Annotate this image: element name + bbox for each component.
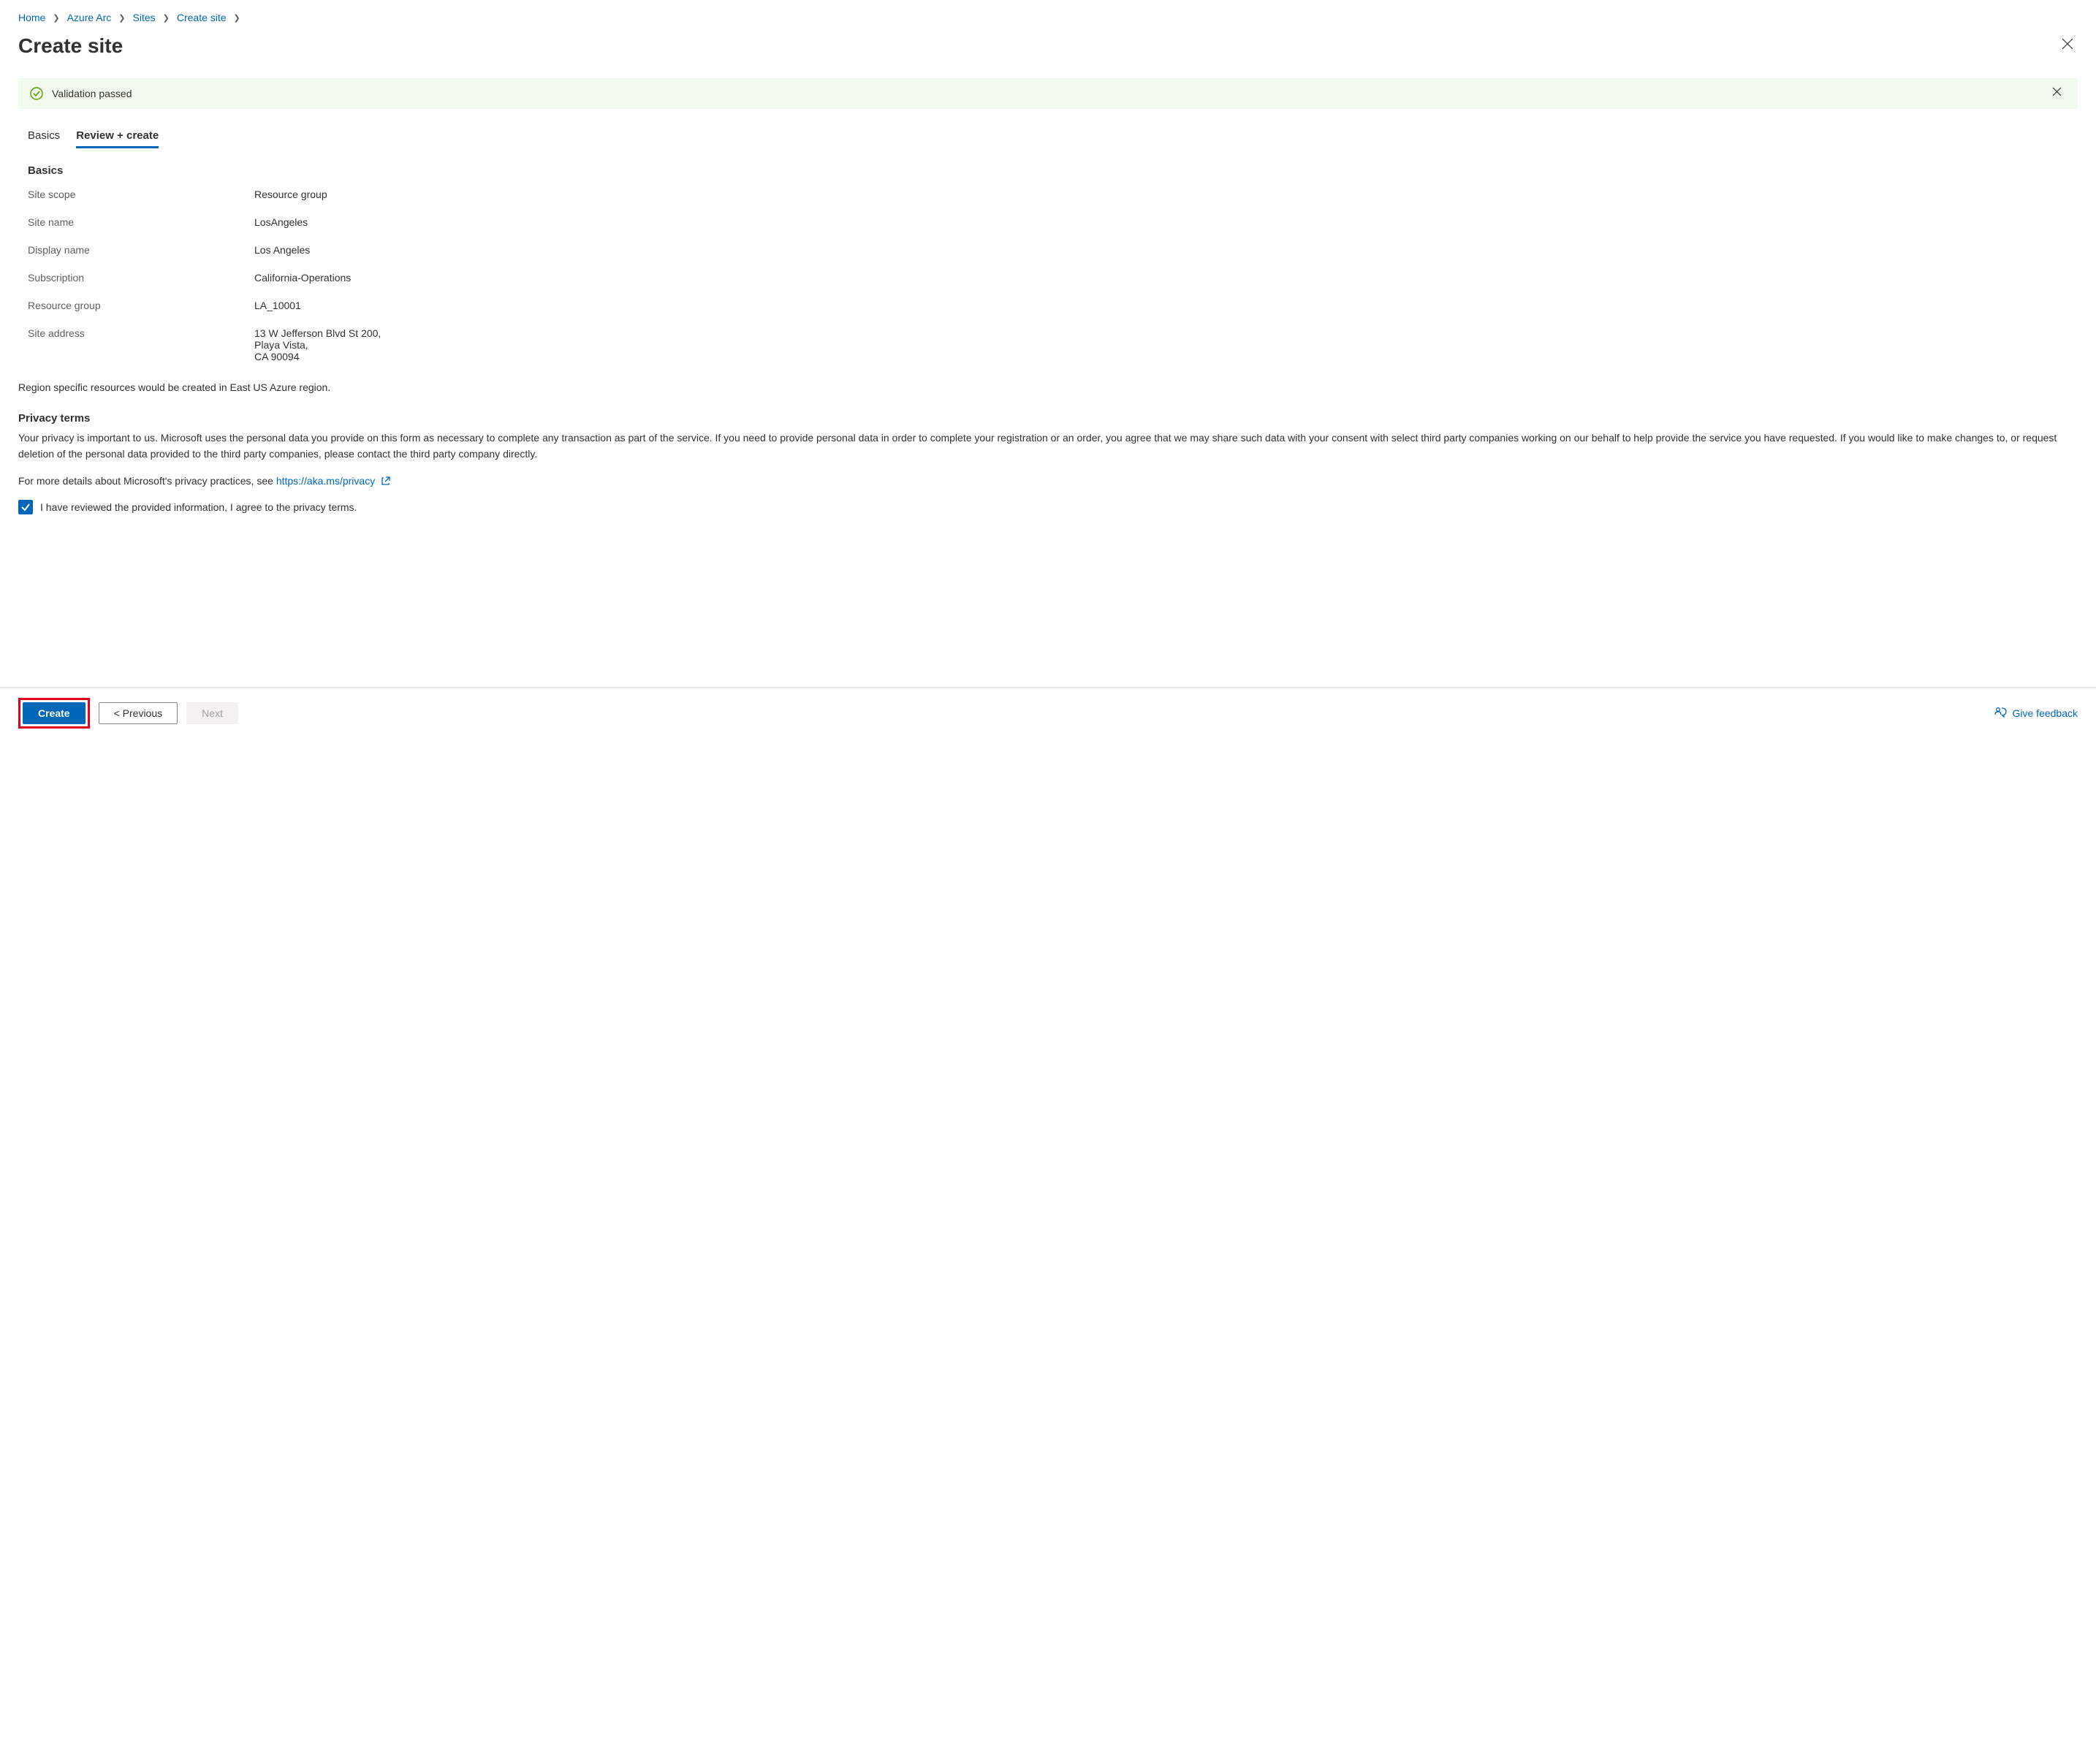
privacy-agree-label: I have reviewed the provided information… [40,501,357,513]
privacy-more-row: For more details about Microsoft's priva… [18,475,2078,487]
close-icon[interactable] [2057,34,2078,58]
give-feedback-label: Give feedback [2013,707,2078,719]
create-button-highlight: Create [18,698,90,729]
privacy-heading: Privacy terms [18,412,2078,425]
banner-message: Validation passed [52,88,2048,99]
next-button: Next [186,702,238,724]
value-site-address: 13 W Jefferson Blvd St 200, Playa Vista,… [254,327,381,362]
previous-button[interactable]: < Previous [99,702,178,724]
external-link-icon [381,476,390,486]
feedback-icon [1994,706,2007,721]
tabs: Basics Review + create [18,129,2078,148]
page-title: Create site [18,34,123,58]
value-site-scope: Resource group [254,189,327,200]
label-site-name: Site name [28,216,254,228]
value-site-name: LosAngeles [254,216,308,228]
value-resource-group: LA_10001 [254,300,301,311]
chevron-right-icon: ❯ [163,13,170,23]
validation-banner: Validation passed [18,78,2078,109]
label-subscription: Subscription [28,272,254,284]
breadcrumb-home[interactable]: Home [18,12,45,23]
label-site-scope: Site scope [28,189,254,200]
label-site-address: Site address [28,327,254,339]
label-resource-group: Resource group [28,300,254,311]
chevron-right-icon: ❯ [53,13,59,23]
chevron-right-icon: ❯ [118,13,125,23]
success-check-icon [30,87,43,100]
chevron-right-icon: ❯ [234,13,240,23]
region-note: Region specific resources would be creat… [18,381,2078,393]
basics-heading: Basics [28,164,2078,177]
give-feedback-link[interactable]: Give feedback [1994,706,2078,721]
value-subscription: California-Operations [254,272,351,284]
privacy-more-prefix: For more details about Microsoft's priva… [18,475,276,487]
breadcrumb-create-site[interactable]: Create site [177,12,227,23]
privacy-link[interactable]: https://aka.ms/privacy [276,475,375,487]
value-display-name: Los Angeles [254,244,310,256]
breadcrumb-azure-arc[interactable]: Azure Arc [67,12,112,23]
tab-review-create[interactable]: Review + create [76,129,159,148]
create-button[interactable]: Create [23,702,86,724]
banner-close-icon[interactable] [2048,85,2066,102]
footer: Create < Previous Next Give feedback [0,687,2096,739]
label-display-name: Display name [28,244,254,256]
tab-basics[interactable]: Basics [28,129,60,148]
breadcrumb: Home ❯ Azure Arc ❯ Sites ❯ Create site ❯ [18,12,2078,23]
privacy-agree-checkbox[interactable] [18,500,33,514]
privacy-body: Your privacy is important to us. Microso… [18,430,2078,462]
breadcrumb-sites[interactable]: Sites [133,12,156,23]
